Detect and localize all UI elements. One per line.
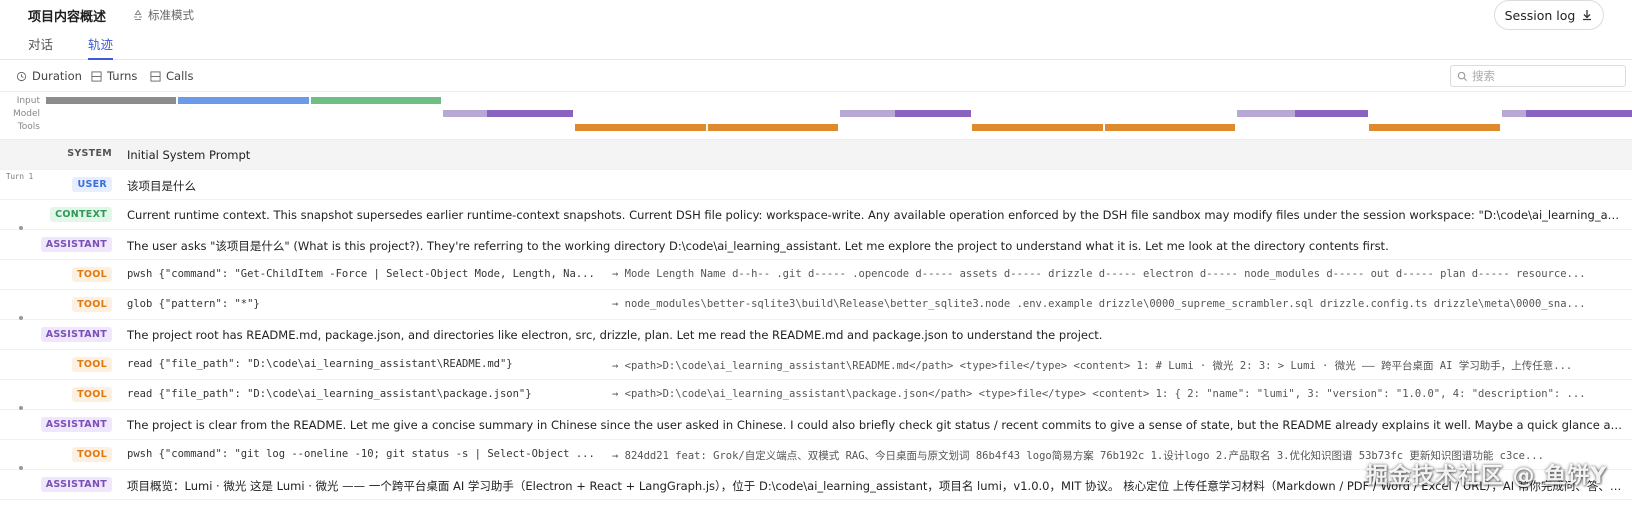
tool-command: pwsh {"command": "Get-ChildItem -Force |…: [127, 268, 595, 280]
trajectory-row-context[interactable]: CONTEXT Current runtime context. This sn…: [0, 200, 1632, 230]
timeline-model[interactable]: [1502, 110, 1526, 117]
row-text: Initial System Prompt: [127, 148, 251, 162]
step-dot: [19, 466, 23, 470]
timeline-tool[interactable]: [1369, 124, 1500, 131]
tool-output: → <path>D:\code\ai_learning_assistant\RE…: [612, 360, 1573, 372]
trajectory-row-system[interactable]: SYSTEM Initial System Prompt: [0, 140, 1632, 170]
row-text: 该项目是什么: [127, 179, 196, 193]
timeline-tool[interactable]: [972, 124, 1103, 131]
duration-label: Duration: [32, 69, 82, 83]
trajectory-list: SYSTEM Initial System Prompt Turn 1 USER…: [0, 140, 1632, 505]
tool-output: → <path>D:\code\ai_learning_assistant\pa…: [612, 388, 1586, 400]
row-text: The project root has README.md, package.…: [127, 328, 1103, 342]
clock-icon: [16, 71, 27, 81]
row-type-badge: SYSTEM: [67, 148, 112, 159]
tool-output: → Mode Length Name d--h-- .git d----- .o…: [612, 268, 1586, 280]
timeline-tool[interactable]: [1105, 124, 1235, 131]
row-type-badge: TOOL: [72, 267, 112, 282]
lane-label-input: Input: [16, 96, 40, 106]
trajectory-row-tool[interactable]: TOOL glob {"pattern": "*"} → node_module…: [0, 290, 1632, 320]
timeline-model[interactable]: [1237, 110, 1295, 117]
timeline-model[interactable]: [443, 110, 487, 117]
timeline-model[interactable]: [487, 110, 573, 117]
calls-label: Calls: [166, 69, 194, 83]
tool-command: glob {"pattern": "*"}: [127, 298, 260, 310]
timeline-tool[interactable]: [708, 124, 838, 131]
trajectory-row-tool[interactable]: TOOL pwsh {"command": "Get-ChildItem -Fo…: [0, 260, 1632, 290]
row-type-badge: CONTEXT: [50, 207, 112, 222]
row-type-badge: TOOL: [72, 387, 112, 402]
search-box[interactable]: [1450, 65, 1626, 87]
row-type-badge: ASSISTANT: [40, 477, 112, 492]
checkbox-icon: [150, 70, 161, 82]
tab-trajectory[interactable]: 轨迹: [88, 34, 114, 60]
lane-label-model: Model: [12, 109, 40, 119]
download-icon: [1583, 10, 1592, 21]
tab-conversation[interactable]: 对话: [28, 34, 53, 60]
timeline-input-context[interactable]: [311, 97, 441, 104]
tool-command: pwsh {"command": "git log --oneline -10;…: [127, 448, 595, 460]
top-header: 项目内容概述 标准模式 对话 轨迹 Session log: [0, 0, 1632, 60]
lane-label-tools: Tools: [17, 122, 40, 132]
row-text: The project is clear from the README. Le…: [127, 418, 1625, 432]
search-input[interactable]: [1472, 69, 1622, 83]
calls-toggle[interactable]: Calls: [150, 69, 193, 83]
step-dot: [19, 316, 23, 320]
mode-indicator[interactable]: 标准模式: [132, 7, 194, 23]
recycle-icon: [134, 9, 142, 20]
view-toolbar: Duration Turns Calls: [0, 60, 1632, 92]
timeline-model[interactable]: [1526, 110, 1632, 117]
row-text: Current runtime context. This snapshot s…: [127, 208, 1625, 222]
trajectory-row-tool[interactable]: TOOL read {"file_path": "D:\code\ai_lear…: [0, 350, 1632, 380]
trajectory-row-user[interactable]: Turn 1 USER 该项目是什么: [0, 170, 1632, 200]
row-type-badge: ASSISTANT: [40, 417, 112, 432]
tool-command: read {"file_path": "D:\code\ai_learning_…: [127, 388, 532, 400]
watermark: 掘金技术社区 @ 鱼饼Y: [1366, 464, 1608, 489]
timeline-tool[interactable]: [575, 124, 706, 131]
trajectory-row-tool[interactable]: TOOL read {"file_path": "D:\code\ai_lear…: [0, 380, 1632, 410]
trajectory-row-assistant[interactable]: ASSISTANT The project root has README.md…: [0, 316, 1632, 350]
timeline-input-user[interactable]: [178, 97, 309, 104]
step-dot: [19, 226, 23, 230]
timeline-model[interactable]: [1295, 110, 1368, 117]
row-type-badge: TOOL: [72, 447, 112, 462]
tool-command: read {"file_path": "D:\code\ai_learning_…: [127, 358, 513, 370]
trajectory-row-assistant[interactable]: ASSISTANT The project is clear from the …: [0, 406, 1632, 440]
row-type-badge: ASSISTANT: [40, 237, 112, 252]
row-type-badge: USER: [72, 177, 112, 192]
page-title: 项目内容概述: [28, 10, 107, 25]
tool-output: → node_modules\better-sqlite3\build\Rele…: [612, 298, 1586, 310]
row-type-badge: TOOL: [72, 297, 112, 312]
timeline-model[interactable]: [840, 110, 895, 117]
timeline-input-system[interactable]: [46, 97, 176, 104]
row-type-badge: ASSISTANT: [40, 327, 112, 342]
row-type-badge: TOOL: [72, 357, 112, 372]
session-log-button[interactable]: Session log: [1494, 0, 1604, 30]
step-dot: [19, 406, 23, 410]
turns-label: Turns: [107, 69, 138, 83]
timeline-model[interactable]: [895, 110, 971, 117]
trajectory-row-assistant[interactable]: ASSISTANT The user asks "该项目是什么" (What i…: [0, 226, 1632, 260]
session-log-label: Session log: [1504, 7, 1576, 23]
mode-label: 标准模式: [148, 8, 194, 22]
checkbox-icon: [91, 70, 102, 82]
duration-toggle[interactable]: Duration: [16, 69, 82, 83]
turns-toggle[interactable]: Turns: [91, 69, 137, 83]
search-icon: [1457, 71, 1468, 81]
turn-label: Turn 1: [6, 172, 34, 181]
timeline-chart: Input Model Tools: [0, 92, 1632, 140]
row-text: The user asks "该项目是什么" (What is this pro…: [127, 239, 1389, 253]
